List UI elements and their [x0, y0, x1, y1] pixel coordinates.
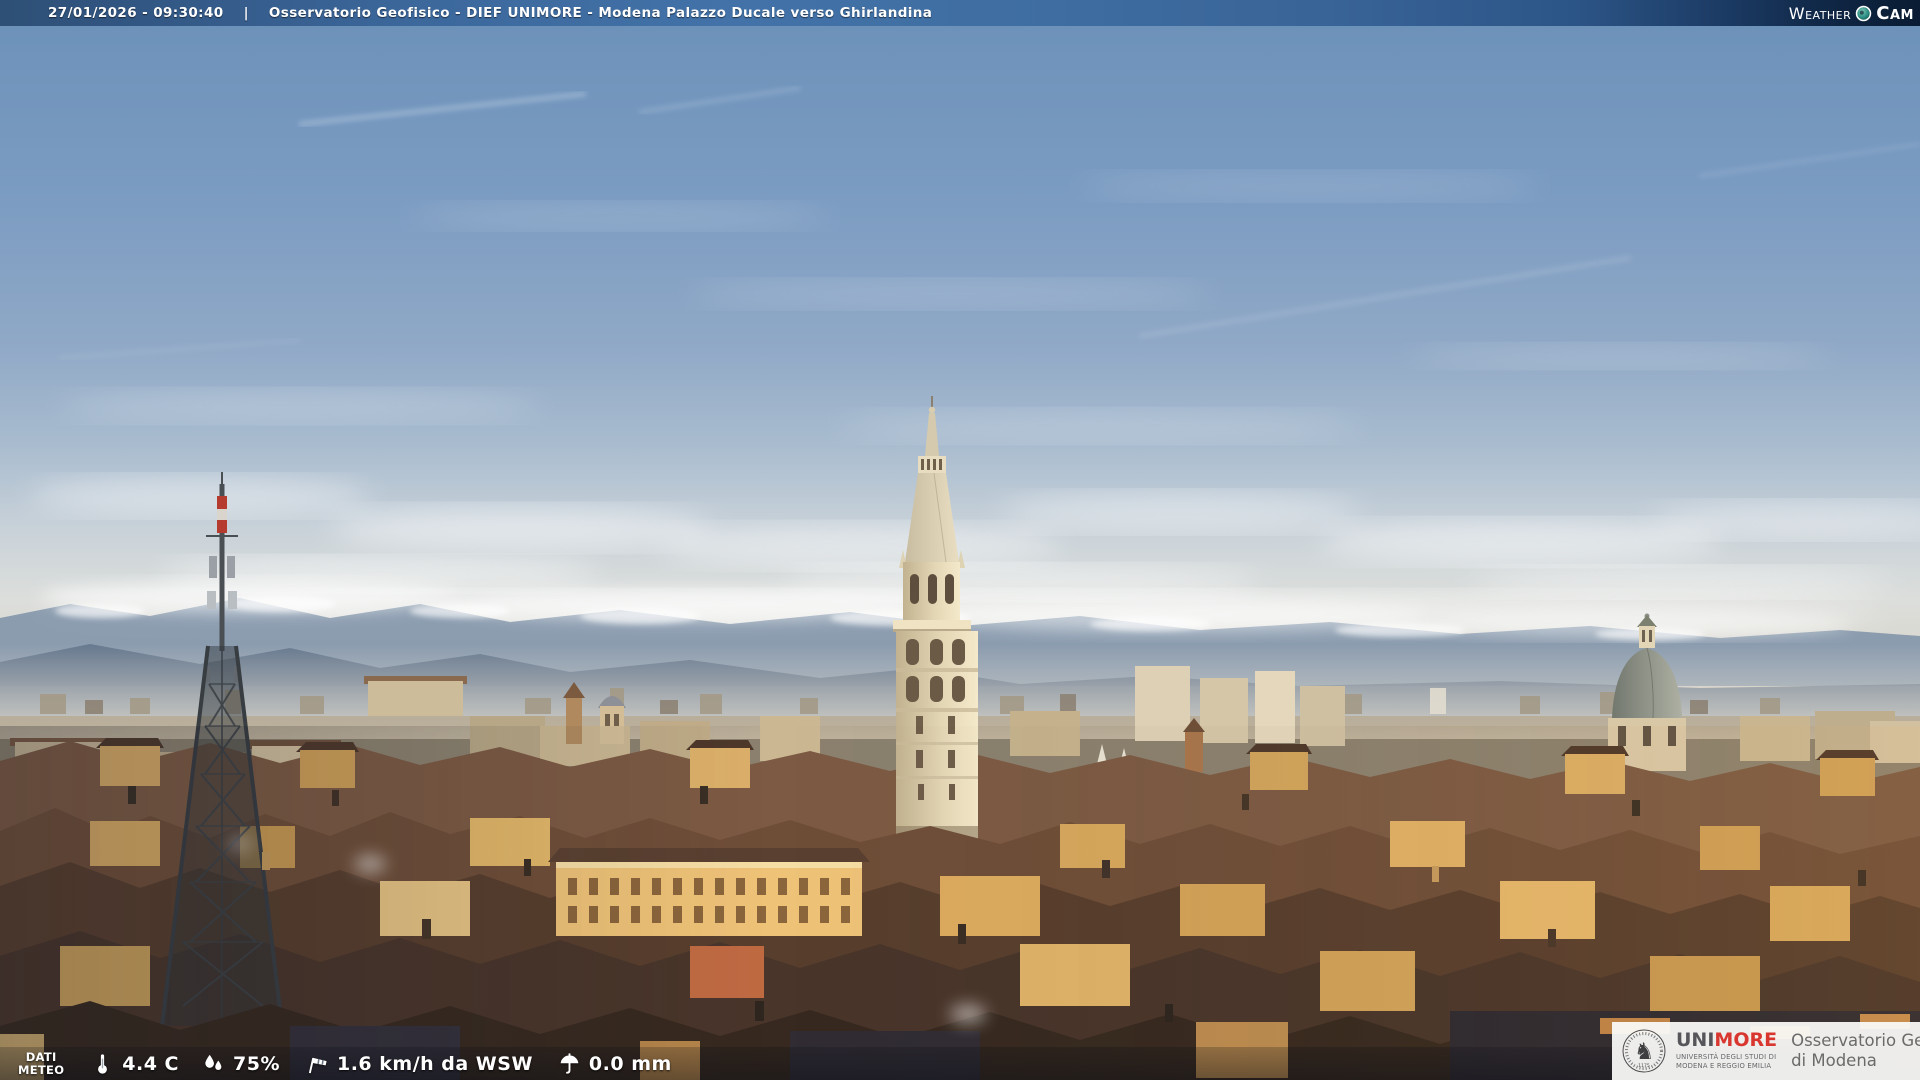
topbar-left: 27/01/2026 - 09:30:40 | Osservatorio Geo…: [0, 5, 932, 21]
unimore-wordmark: UNIMORE UNIVERSITÀ DEGLI STUDI DI MODENA…: [1676, 1031, 1777, 1071]
svg-text:1175: 1175: [1638, 1063, 1650, 1069]
weathercam-logo: Weather Cam: [1789, 3, 1920, 24]
unimore-brand-box: ♞ 1175 UNIMORE UNIVERSITÀ DEGLI STUDI DI…: [1612, 1022, 1920, 1080]
observatory-line1: Osservatorio Geofisico: [1791, 1031, 1920, 1051]
humidity-value: 75%: [233, 1052, 280, 1075]
dati-meteo-line2: METEO: [18, 1062, 65, 1077]
dati-meteo-label: DATI METEO: [18, 1050, 65, 1077]
wind-reading: 1.6 km/h da WSW: [306, 1052, 533, 1075]
wind-value: 1.6 km/h da WSW: [336, 1052, 533, 1075]
weathercam-word1: Weather: [1788, 3, 1852, 23]
windsock-icon: [308, 1057, 327, 1074]
university-line2: MODENA E REGGIO EMILIA: [1676, 1062, 1772, 1070]
webcam-page: 27/01/2026 - 09:30:40 | Osservatorio Geo…: [0, 0, 1920, 1080]
timestamp: 27/01/2026 - 09:30:40: [48, 5, 224, 21]
weathercam-word2: Cam: [1876, 2, 1914, 24]
globe-icon: [1856, 5, 1872, 21]
university-line1: UNIVERSITÀ DEGLI STUDI DI: [1676, 1053, 1777, 1062]
precipitation-reading: 0.0 mm: [558, 1052, 672, 1075]
umbrella-icon: [560, 1053, 579, 1074]
unimore-more: MORE: [1714, 1029, 1778, 1052]
unimore-uni: UNI: [1676, 1029, 1715, 1052]
webcam-photo: [0, 26, 1920, 1080]
humidity-reading: 75%: [202, 1052, 280, 1075]
dati-meteo-line1: DATI: [25, 1050, 57, 1065]
separator: |: [243, 5, 249, 21]
topbar: 27/01/2026 - 09:30:40 | Osservatorio Geo…: [0, 0, 1920, 26]
thermometer-icon: [98, 1054, 108, 1074]
observatory-name: Osservatorio Geofisico di Modena: [1791, 1031, 1920, 1071]
observatory-line2: di Modena: [1791, 1051, 1877, 1070]
temperature-value: 4.4 C: [122, 1052, 179, 1075]
camera-title: Osservatorio Geofisico - DIEF UNIMORE - …: [268, 5, 933, 21]
svg-text:♞: ♞: [1634, 1039, 1655, 1065]
precipitation-value: 0.0 mm: [588, 1052, 672, 1075]
temperature-reading: 4.4 C: [91, 1052, 179, 1075]
unimore-name: UNIMORE: [1676, 1031, 1777, 1050]
water-drops-icon: [205, 1054, 222, 1071]
unimore-seal: ♞ 1175: [1622, 1029, 1666, 1073]
university-name: UNIVERSITÀ DEGLI STUDI DI MODENA E REGGI…: [1676, 1053, 1777, 1071]
